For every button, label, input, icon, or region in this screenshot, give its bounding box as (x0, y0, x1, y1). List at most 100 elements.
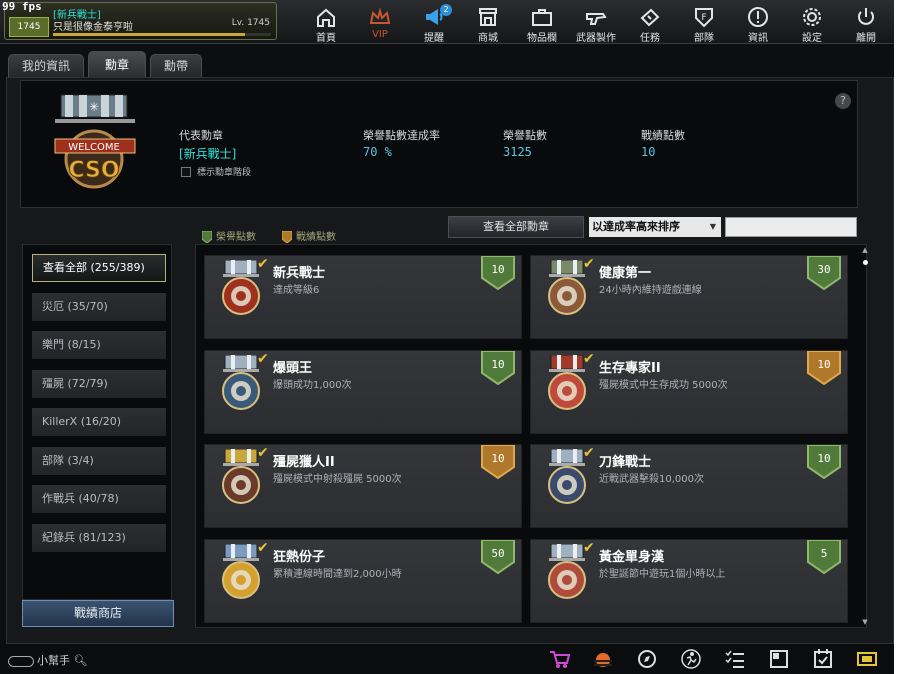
points-shield: 30 (807, 255, 841, 291)
medal-card[interactable]: ✔ 生存專家II 殭屍模式中生存成功 5000次 10 (530, 349, 848, 434)
film-icon[interactable] (856, 648, 878, 670)
helper-label: 小幫手 (37, 654, 70, 667)
checklist-icon[interactable] (724, 648, 746, 670)
scrollbar[interactable]: ▲ ▼ (860, 246, 870, 626)
view-all-medals-button[interactable]: 查看全部勳章 (448, 216, 584, 238)
nav-ticket-button[interactable]: 任務 (624, 4, 676, 44)
scroll-up-icon: ▲ (862, 246, 868, 254)
sunset-icon[interactable] (592, 648, 614, 670)
medal-card[interactable]: ✔ 爆頭王爆頭成功1,000次 10 (204, 349, 522, 434)
medal-card[interactable]: ✔ 殭屍獵人II 殭屍模式中射殺殭屍 5000次 10 (204, 444, 522, 528)
checkmark-icon: ✔ (257, 350, 269, 367)
nav-label: 提醒 (424, 33, 444, 44)
ticket-icon (640, 8, 660, 27)
crown-icon (369, 7, 391, 24)
medal-card[interactable]: ✔ 黃金單身漢 於聖誕節中遊玩1個小時以上 5 (530, 538, 848, 623)
cart-icon[interactable] (548, 648, 570, 670)
medal-name: 爆頭王 (273, 360, 313, 376)
medal-name: 黃金單身漢 (599, 549, 665, 565)
nav-label: 商城 (478, 33, 498, 44)
points-shield: 10 (807, 349, 841, 385)
category-item[interactable]: 樂門 (8/15) (32, 331, 166, 359)
show-tier-checkbox[interactable] (181, 167, 191, 177)
checkmark-icon: ✔ (257, 445, 269, 461)
runner-icon[interactable] (680, 648, 702, 670)
points-shield: 10 (481, 349, 515, 385)
tab-my-info[interactable]: 我的資訊 (8, 54, 84, 78)
medal-card[interactable]: ✔ 刀鋒戰士 近戰武器擊殺10,000次 10 (530, 444, 848, 528)
medal-card[interactable]: ✔ 新兵戰士 達成等級6 10 (204, 255, 522, 339)
player-profile[interactable]: 1745 [新兵戰士] 只是很像金泰亨啦 Lv. 1745 (4, 2, 277, 40)
medal-name: 狂熱份子 (273, 549, 326, 565)
notification-badge: 2 (440, 4, 452, 16)
medal-points: 10 (817, 357, 831, 371)
category-item[interactable]: 殭屍 (72/79) (32, 369, 166, 398)
sort-selected: 以達成率高來排序 (592, 220, 680, 233)
battle-points-label: 戰績點數 (641, 129, 685, 142)
battle-shop-button[interactable]: 戰績商店 (22, 600, 174, 627)
nav-briefcase-button[interactable]: 物品欄 (516, 4, 568, 44)
medal-summary: ✳ WELCOME CSO 代表勳章 [新兵戰士] 標示勳章階段 榮譽點數達成率… (20, 80, 858, 208)
honor-shield-icon (202, 231, 212, 243)
nav-gear-button[interactable]: 設定 (786, 4, 838, 44)
nav-home-button[interactable]: 首頁 (300, 4, 352, 44)
shop-icon (479, 8, 497, 26)
medal-description: 爆頭成功1,000次 (273, 379, 352, 391)
honor-rate-label: 榮譽點數達成率 (363, 129, 440, 142)
nav-megaphone-button[interactable]: 提醒 2 (408, 4, 460, 44)
category-item[interactable]: 紀錄兵 (81/123) (32, 523, 166, 552)
nav-info-button[interactable]: 資訊 (732, 4, 784, 44)
svg-text:✳: ✳ (89, 100, 99, 114)
tab-ribbons[interactable]: 勳帶 (150, 54, 202, 78)
scroll-thumb (863, 260, 868, 265)
medal-grid: ✔ 新兵戰士 達成等級6 10 ✔ 健康第一 24小時內維持遊戲連線 30 ✔ 爆頭王 爆頭成功1,… (195, 244, 867, 628)
medal-points: 10 (491, 357, 505, 371)
medal-name: 殭屍獵人II (273, 455, 335, 470)
svg-text:F: F (701, 13, 706, 23)
medal-name: 生存專家II (599, 360, 661, 376)
category-item[interactable]: 查看全部 (255/389) (32, 254, 166, 282)
points-shield: 5 (807, 538, 841, 574)
medal-description: 24小時內維持遊戲連線 (599, 285, 702, 296)
points-shield: 50 (481, 538, 515, 574)
representative-medal-icon: ✳ WELCOME CSO (54, 94, 136, 189)
nav-gun-button[interactable]: 武器製作 (570, 4, 622, 44)
medal-name: 新兵戰士 (273, 266, 326, 281)
nav-label: 部隊 (694, 33, 714, 44)
gear-icon (803, 8, 821, 26)
exp-bar (53, 33, 271, 36)
briefcase-icon (532, 9, 552, 26)
checkmark-icon: ✔ (583, 256, 595, 272)
sort-dropdown[interactable]: 以達成率高來排序 ▼ (589, 217, 721, 237)
player-motto: 只是很像金泰亨啦 (53, 22, 133, 33)
top-bar: 1745 [新兵戰士] 只是很像金泰亨啦 Lv. 1745 首頁 VIP 提醒 2 商城… (0, 0, 900, 44)
nav-clan-shield-button[interactable]: F 部隊 (678, 4, 730, 44)
tab-medals[interactable]: 勳章 (88, 51, 146, 78)
medal-card[interactable]: ✔ 健康第一 24小時內維持遊戲連線 30 (530, 255, 848, 339)
checkmark-icon: ✔ (257, 256, 269, 272)
help-icon[interactable]: ? (835, 93, 851, 109)
medal-description: 殭屍模式中生存成功 5000次 (599, 379, 728, 391)
nav-crown-button[interactable]: VIP (354, 4, 406, 42)
window-icon[interactable] (768, 648, 790, 670)
honor-points-value: 3125 (503, 145, 532, 159)
medal-description: 殭屍模式中射殺殭屍 5000次 (273, 474, 402, 485)
helper-button[interactable]: 小幫手 🔍︎ (8, 652, 87, 668)
medal-card[interactable]: ✔ 狂熱份子 累積連線時間達到2,000小時 50 (204, 538, 522, 623)
checkmark-icon: ✔ (583, 539, 595, 556)
category-item[interactable]: 作戰兵 (40/78) (32, 485, 166, 513)
battle-points-value: 10 (641, 145, 656, 159)
category-item[interactable]: KillerX (16/20) (32, 408, 166, 436)
medal-points: 30 (817, 263, 831, 276)
category-item[interactable]: 部隊 (3/4) (32, 446, 166, 475)
nav-label: 物品欄 (527, 33, 557, 44)
medal-points: 10 (817, 452, 831, 465)
nav-power-button[interactable]: 離開 (840, 4, 892, 44)
calendar-icon[interactable] (812, 648, 834, 670)
category-item[interactable]: 災厄 (35/70) (32, 292, 166, 321)
nav-label: 資訊 (748, 33, 768, 44)
nav-shop-button[interactable]: 商城 (462, 4, 514, 44)
medal-search-input[interactable] (725, 217, 857, 237)
legend-battle-label: 戰績點數 (296, 232, 336, 243)
compass-icon[interactable] (636, 648, 658, 670)
